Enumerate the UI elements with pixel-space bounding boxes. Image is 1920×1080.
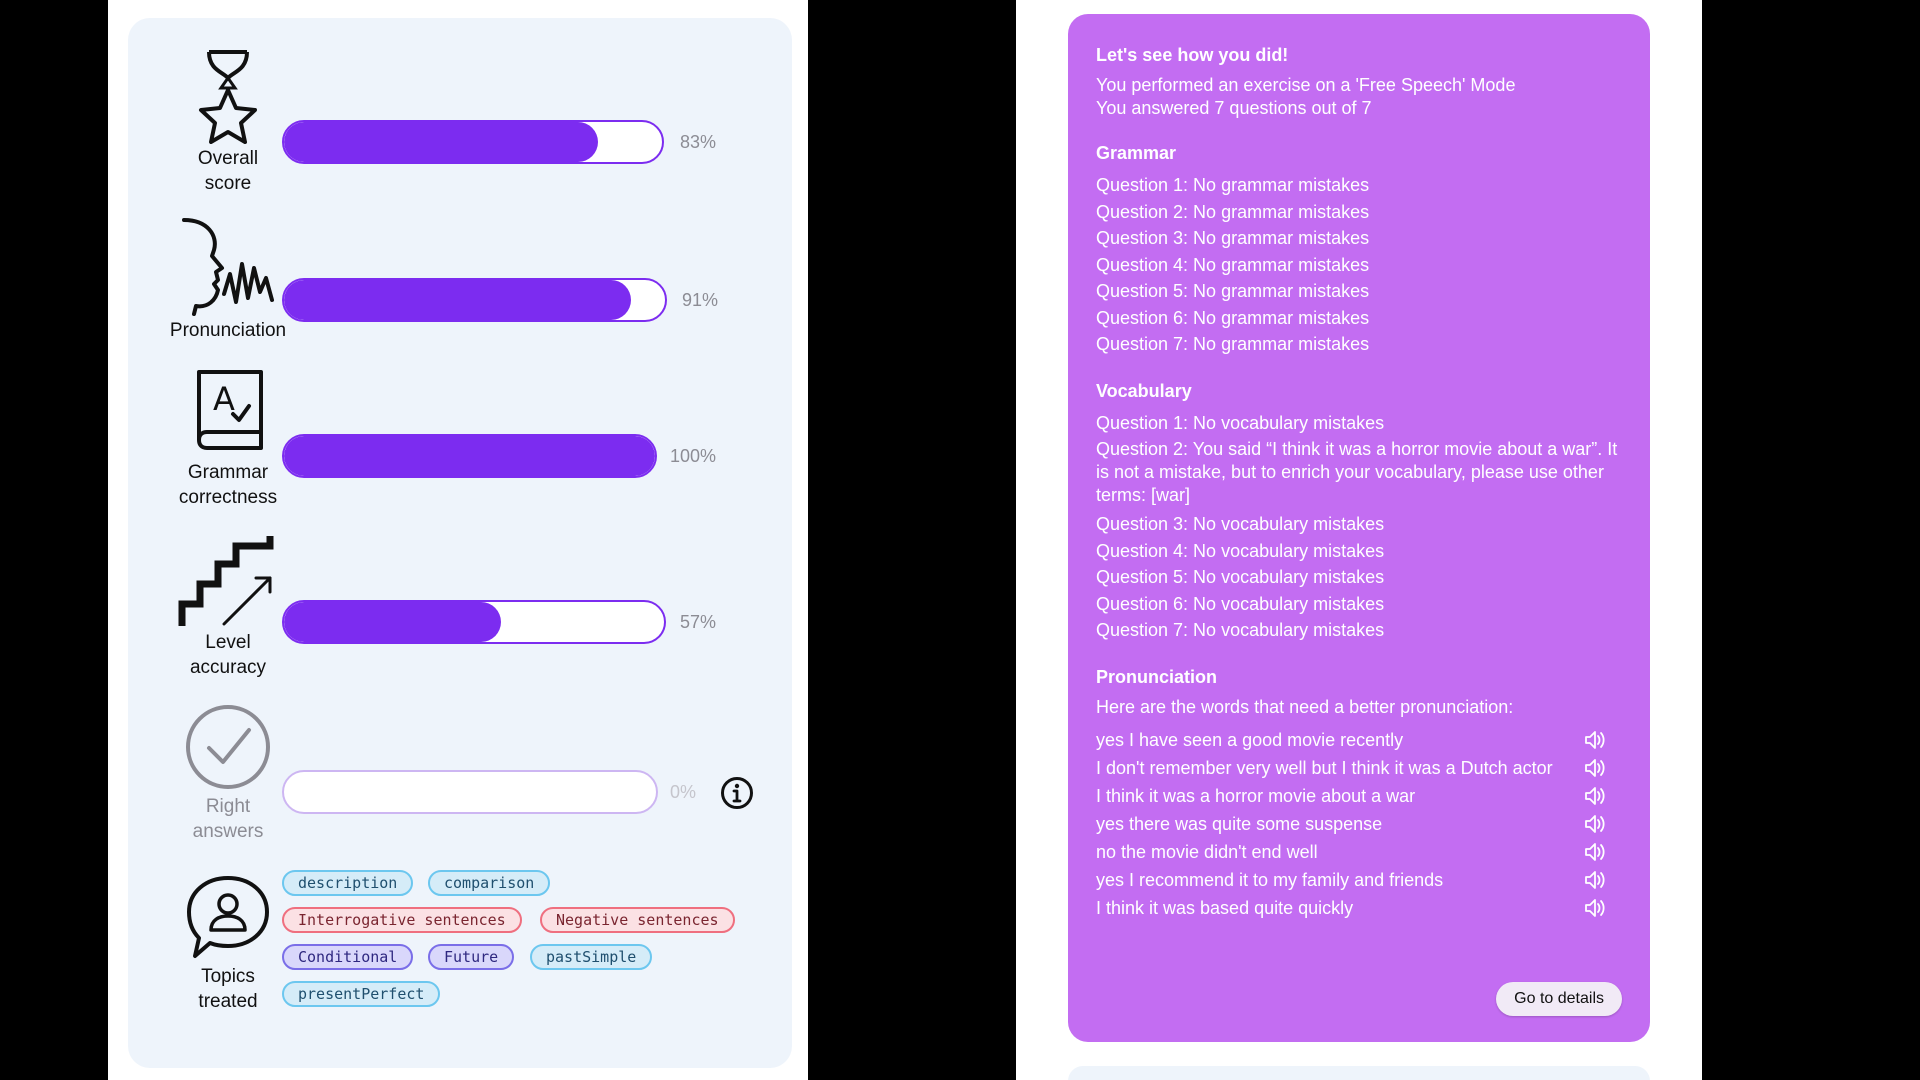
pronunciation-row: I think it was based quite quickly: [1096, 897, 1622, 920]
metric-label-block: Pronunciation: [168, 218, 288, 341]
list-item: Question 1: No grammar mistakes: [1096, 175, 1370, 195]
metric-label-block: Topics treated: [168, 874, 288, 1012]
progress-bar-right-answers: [282, 770, 658, 814]
pronunciation-phrase: no the movie didn't end well: [1096, 841, 1318, 862]
pronunciation-list: yes I have seen a good movie recently I …: [1096, 729, 1622, 920]
speaker-icon[interactable]: [1584, 842, 1606, 862]
svg-text:A: A: [213, 380, 235, 418]
pronunciation-row: no the movie didn't end well: [1096, 841, 1622, 864]
grammar-list: Question 1: No grammar mistakes Question…: [1096, 172, 1622, 358]
percent-overall: 83%: [680, 132, 717, 152]
list-item: Question 4: No grammar mistakes: [1096, 254, 1370, 275]
list-item: Question 5: No grammar mistakes: [1096, 281, 1370, 301]
metric-label-block: A Grammar correctness: [168, 368, 288, 508]
speaker-icon[interactable]: [1584, 870, 1606, 890]
answered-text: You answered 7 questions out of 7: [1096, 98, 1372, 118]
metric-label: Topics: [201, 966, 255, 987]
topic-tag[interactable]: presentPerfect: [282, 981, 441, 1007]
metric-label-block: Overall score: [168, 48, 288, 194]
progress-fill: [284, 280, 631, 320]
topic-tag[interactable]: Negative sentences: [540, 907, 735, 933]
list-item: Question 7: No vocabulary mistakes: [1096, 620, 1385, 640]
pronunciation-phrase: I think it was a horror movie about a wa…: [1096, 785, 1416, 806]
feedback-panel: Let's see how you did! You performed an …: [1068, 14, 1650, 1042]
percent-grammar: 100%: [670, 446, 717, 466]
pronunciation-phrase: I don't remember very well but I think i…: [1096, 757, 1553, 778]
metric-label: answers: [192, 821, 264, 842]
metric-label: treated: [198, 991, 258, 1012]
topic-tag[interactable]: comparison: [428, 870, 551, 896]
topic-tag[interactable]: Conditional: [282, 944, 414, 970]
pronunciation-phrase: I think it was based quite quickly: [1096, 897, 1354, 918]
list-item: Question 6: No vocabulary mistakes: [1096, 593, 1385, 614]
progress-bar-overall: [282, 120, 664, 164]
speaker-icon[interactable]: [1584, 730, 1606, 750]
pronunciation-phrase: yes I have seen a good movie recently: [1096, 729, 1404, 750]
list-item: Question 7: No grammar mistakes: [1096, 334, 1370, 354]
topic-tag[interactable]: pastSimple: [530, 944, 653, 970]
progress-bar-level: [282, 600, 666, 644]
pronunciation-row: yes I recommend it to my family and frie…: [1096, 869, 1622, 892]
stairs-arrow-icon: [178, 536, 274, 626]
list-item: Question 3: No vocabulary mistakes: [1096, 514, 1385, 534]
list-item: Question 2: No grammar mistakes: [1096, 201, 1370, 222]
go-to-details-button[interactable]: Go to details: [1496, 982, 1622, 1016]
metric-label: correctness: [178, 487, 278, 508]
list-item: Question 6: No grammar mistakes: [1096, 307, 1370, 328]
metric-label: Right: [205, 796, 251, 817]
metric-label-block: Level accuracy: [168, 532, 288, 678]
next-card: [1068, 1066, 1650, 1080]
progress-bar-grammar: [282, 434, 657, 478]
progress-fill: [284, 122, 598, 162]
progress-bar-pronunciation: [282, 278, 667, 322]
metric-label: Grammar: [187, 462, 269, 483]
list-item: Question 2: You said “I think it was a h…: [1096, 439, 1618, 505]
metric-label: score: [204, 173, 252, 194]
pronunciation-row: yes I have seen a good movie recently: [1096, 729, 1622, 752]
chat-user-icon: [187, 876, 269, 958]
feedback-title: Let's see how you did!: [1096, 45, 1289, 65]
feedback-page: Let's see how you did! You performed an …: [1016, 0, 1702, 1080]
pronunciation-row: I don't remember very well but I think i…: [1096, 757, 1622, 780]
speaker-icon[interactable]: [1584, 898, 1606, 918]
pronunciation-heading: Pronunciation: [1096, 666, 1217, 687]
mode-text: You performed an exercise on a 'Free Spe…: [1096, 75, 1516, 95]
pronunciation-intro: Here are the words that need a better pr…: [1096, 696, 1514, 717]
metric-label: accuracy: [189, 657, 267, 678]
pronunciation-row: I think it was a horror movie about a wa…: [1096, 785, 1622, 808]
topic-tag[interactable]: description: [282, 870, 414, 896]
score-card: Overall score 83% Pronunciation 91% A Gr…: [128, 18, 792, 1068]
vocabulary-list: Question 1: No vocabulary mistakes Quest…: [1096, 410, 1622, 644]
speaker-icon[interactable]: [1584, 814, 1606, 834]
speaker-icon[interactable]: [1584, 758, 1606, 778]
screen: Overall score 83% Pronunciation 91% A Gr…: [0, 0, 1920, 1080]
topic-tag[interactable]: Interrogative sentences: [282, 907, 522, 933]
progress-fill: [284, 436, 655, 476]
results-page: Overall score 83% Pronunciation 91% A Gr…: [108, 0, 808, 1080]
grammar-book-icon: A: [197, 370, 263, 450]
pronunciation-row: yes there was quite some suspense: [1096, 813, 1622, 836]
percent-level: 57%: [680, 612, 717, 632]
info-icon[interactable]: [720, 776, 754, 810]
list-item: Question 5: No vocabulary mistakes: [1096, 567, 1385, 587]
speaker-icon[interactable]: [1584, 786, 1606, 806]
metric-label: Level: [205, 632, 251, 653]
progress-fill: [284, 602, 501, 642]
percent-pronunciation: 91%: [682, 290, 719, 310]
metric-label-block: Right answers: [168, 702, 288, 842]
grammar-heading: Grammar: [1096, 143, 1177, 163]
list-item: Question 1: No vocabulary mistakes: [1096, 412, 1385, 433]
speaking-head-icon: [182, 218, 274, 316]
vocabulary-heading: Vocabulary: [1096, 380, 1192, 401]
percent-right-answers: 0%: [670, 782, 697, 802]
check-circle-icon: [186, 705, 270, 789]
list-item: Question 4: No vocabulary mistakes: [1096, 540, 1385, 561]
trophy-star-icon: [199, 50, 257, 144]
topic-tag[interactable]: Future: [428, 944, 515, 970]
metric-label: Overall: [197, 148, 259, 169]
pronunciation-phrase: yes I recommend it to my family and frie…: [1096, 869, 1444, 890]
list-item: Question 3: No grammar mistakes: [1096, 228, 1370, 248]
metric-label: Pronunciation: [169, 320, 287, 341]
pronunciation-phrase: yes there was quite some suspense: [1096, 813, 1383, 834]
